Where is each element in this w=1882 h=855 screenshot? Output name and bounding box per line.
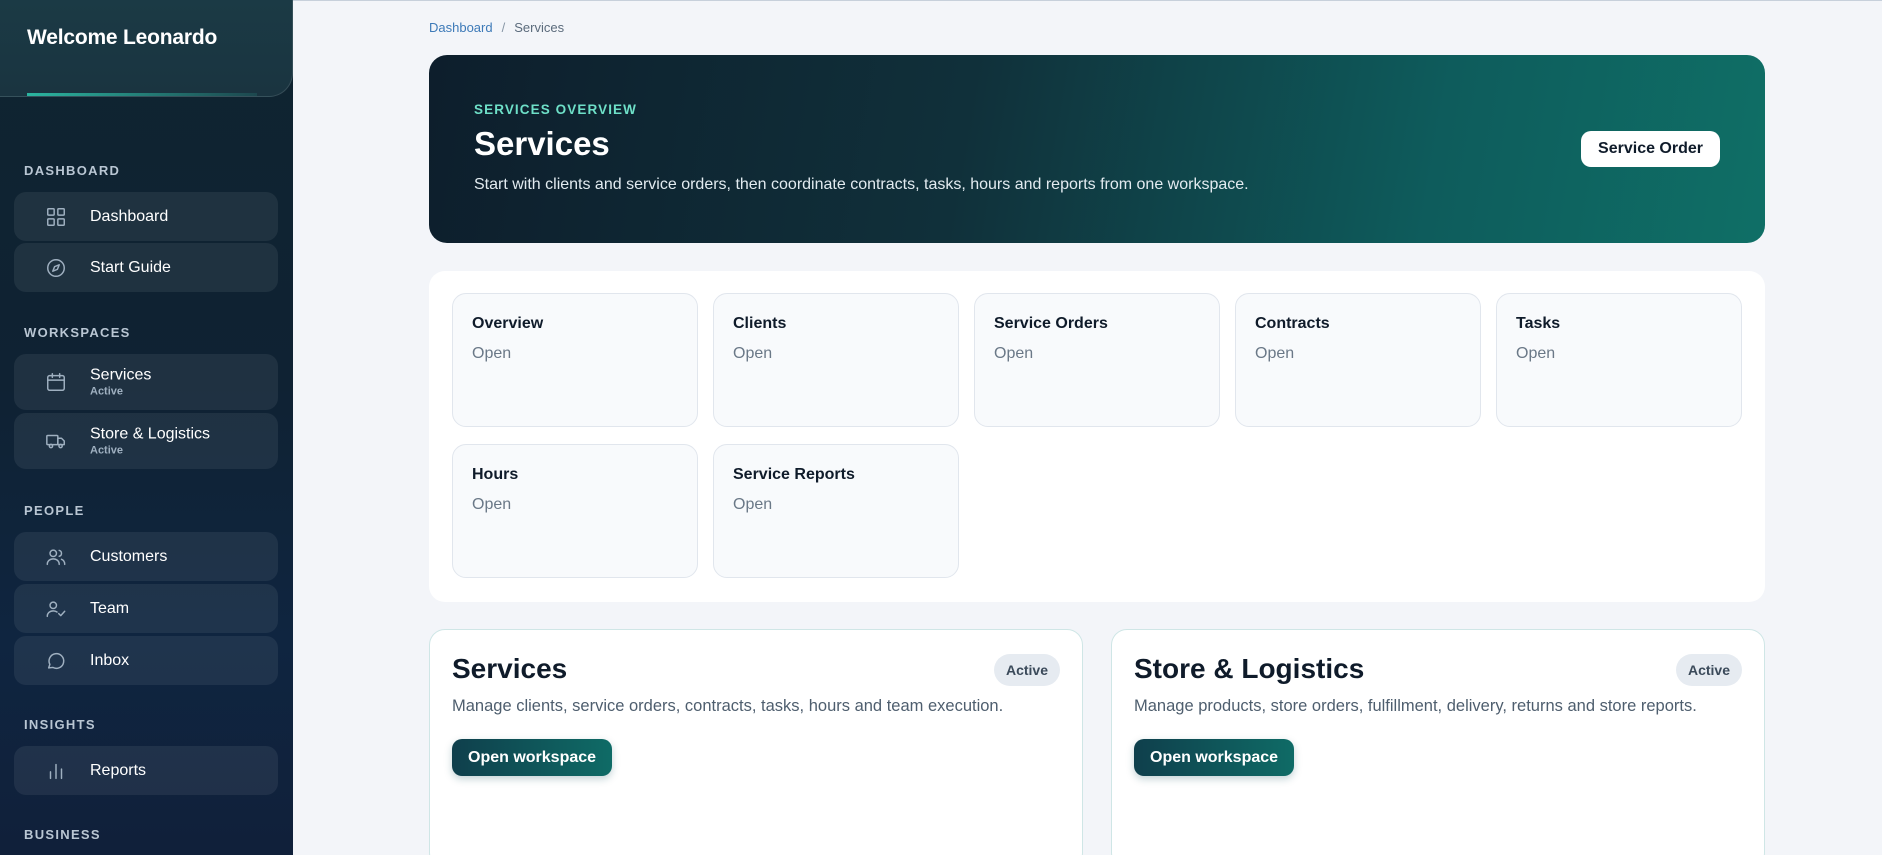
sidebar-item-store-logistics[interactable]: Store & Logistics Active xyxy=(14,413,278,469)
sidebar-item-status: Active xyxy=(90,385,124,398)
workspace-description: Manage products, store orders, fulfillme… xyxy=(1134,697,1697,715)
sidebar-item-label: Dashboard xyxy=(90,207,169,225)
sidebar-item-customers[interactable]: Customers xyxy=(14,532,278,581)
workspace-card-services: Services Active Manage clients, service … xyxy=(429,629,1083,855)
tile-open-label: Open xyxy=(1516,345,1556,362)
sidebar-item-label: Start Guide xyxy=(90,258,171,276)
section-label-business: BUSINESS xyxy=(24,827,101,842)
hero-banner: SERVICES OVERVIEW Services Start with cl… xyxy=(429,55,1765,243)
tile-title: Service Orders xyxy=(994,315,1108,332)
sidebar-item-label: Team xyxy=(90,599,130,617)
service-order-button[interactable]: Service Order xyxy=(1581,131,1720,167)
tile-contracts[interactable]: Contracts Open xyxy=(1235,293,1481,427)
sidebar-item-label: Store & Logistics xyxy=(90,425,211,443)
breadcrumb-separator: / xyxy=(501,20,506,35)
breadcrumb-link-dashboard[interactable]: Dashboard xyxy=(429,20,493,35)
section-label-dashboard: DASHBOARD xyxy=(24,163,121,178)
sidebar-item-dashboard[interactable]: Dashboard xyxy=(14,192,278,241)
quick-links-card: Overview Open Clients Open Service Order… xyxy=(429,271,1765,602)
tile-title: Hours xyxy=(472,466,519,483)
workspace-card-store-logistics: Store & Logistics Active Manage products… xyxy=(1111,629,1765,855)
tile-tasks[interactable]: Tasks Open xyxy=(1496,293,1742,427)
user-check-icon xyxy=(44,597,68,621)
sidebar-item-label: Reports xyxy=(90,761,147,779)
tile-open-label: Open xyxy=(1255,345,1295,362)
tile-title: Tasks xyxy=(1516,315,1561,332)
hero-eyebrow: SERVICES OVERVIEW xyxy=(474,102,637,117)
section-label-workspaces: WORKSPACES xyxy=(24,325,131,340)
hero-description: Start with clients and service orders, t… xyxy=(474,176,1249,193)
tile-title: Service Reports xyxy=(733,466,855,483)
sidebar-item-team[interactable]: Team xyxy=(14,584,278,633)
bar-chart-icon xyxy=(44,759,68,783)
sidebar-item-status: Active xyxy=(90,444,124,457)
open-workspace-button[interactable]: Open workspace xyxy=(1134,739,1295,776)
grid-icon xyxy=(44,205,68,229)
open-workspace-button[interactable]: Open workspace xyxy=(452,739,613,776)
tile-title: Contracts xyxy=(1255,315,1330,332)
truck-icon xyxy=(44,429,68,453)
sidebar-item-inbox[interactable]: Inbox xyxy=(14,636,278,685)
section-label-insights: INSIGHTS xyxy=(24,717,96,732)
status-badge: Active xyxy=(1675,654,1742,686)
welcome-title: Welcome Leonardo xyxy=(27,26,218,49)
tile-title: Overview xyxy=(472,315,544,332)
tile-service-reports[interactable]: Service Reports Open xyxy=(713,444,959,578)
tile-hours[interactable]: Hours Open xyxy=(452,444,698,578)
sidebar-item-reports[interactable]: Reports xyxy=(14,746,278,795)
breadcrumb: Dashboard / Services xyxy=(429,20,564,35)
sidebar-item-label: Customers xyxy=(90,547,168,565)
tile-open-label: Open xyxy=(472,496,512,513)
workspace-title: Store & Logistics xyxy=(1134,653,1365,684)
workspace-title: Services xyxy=(452,653,568,684)
sidebar: Welcome Leonardo DASHBOARD Dashboard Sta… xyxy=(0,0,293,855)
workspace-description: Manage clients, service orders, contract… xyxy=(452,697,1004,715)
breadcrumb-current: Services xyxy=(514,20,565,35)
sidebar-item-start-guide[interactable]: Start Guide xyxy=(14,243,278,292)
brand-header: Welcome Leonardo xyxy=(0,0,293,97)
tile-overview[interactable]: Overview Open xyxy=(452,293,698,427)
tile-open-label: Open xyxy=(733,496,773,513)
brand-underline xyxy=(27,93,257,96)
section-label-people: PEOPLE xyxy=(24,503,85,518)
users-icon xyxy=(44,545,68,569)
tile-open-label: Open xyxy=(472,345,512,362)
calendar-icon xyxy=(44,370,68,394)
compass-icon xyxy=(44,256,68,280)
page-title: Services xyxy=(474,125,610,162)
tile-open-label: Open xyxy=(994,345,1034,362)
sidebar-item-label: Services xyxy=(90,366,152,384)
tile-open-label: Open xyxy=(733,345,773,362)
status-badge: Active xyxy=(993,654,1060,686)
tile-service-orders[interactable]: Service Orders Open xyxy=(974,293,1220,427)
sidebar-item-label: Inbox xyxy=(90,651,130,669)
top-divider xyxy=(293,0,1882,1)
tile-clients[interactable]: Clients Open xyxy=(713,293,959,427)
tile-title: Clients xyxy=(733,315,787,332)
sidebar-item-services[interactable]: Services Active xyxy=(14,354,278,410)
message-icon xyxy=(44,649,68,673)
